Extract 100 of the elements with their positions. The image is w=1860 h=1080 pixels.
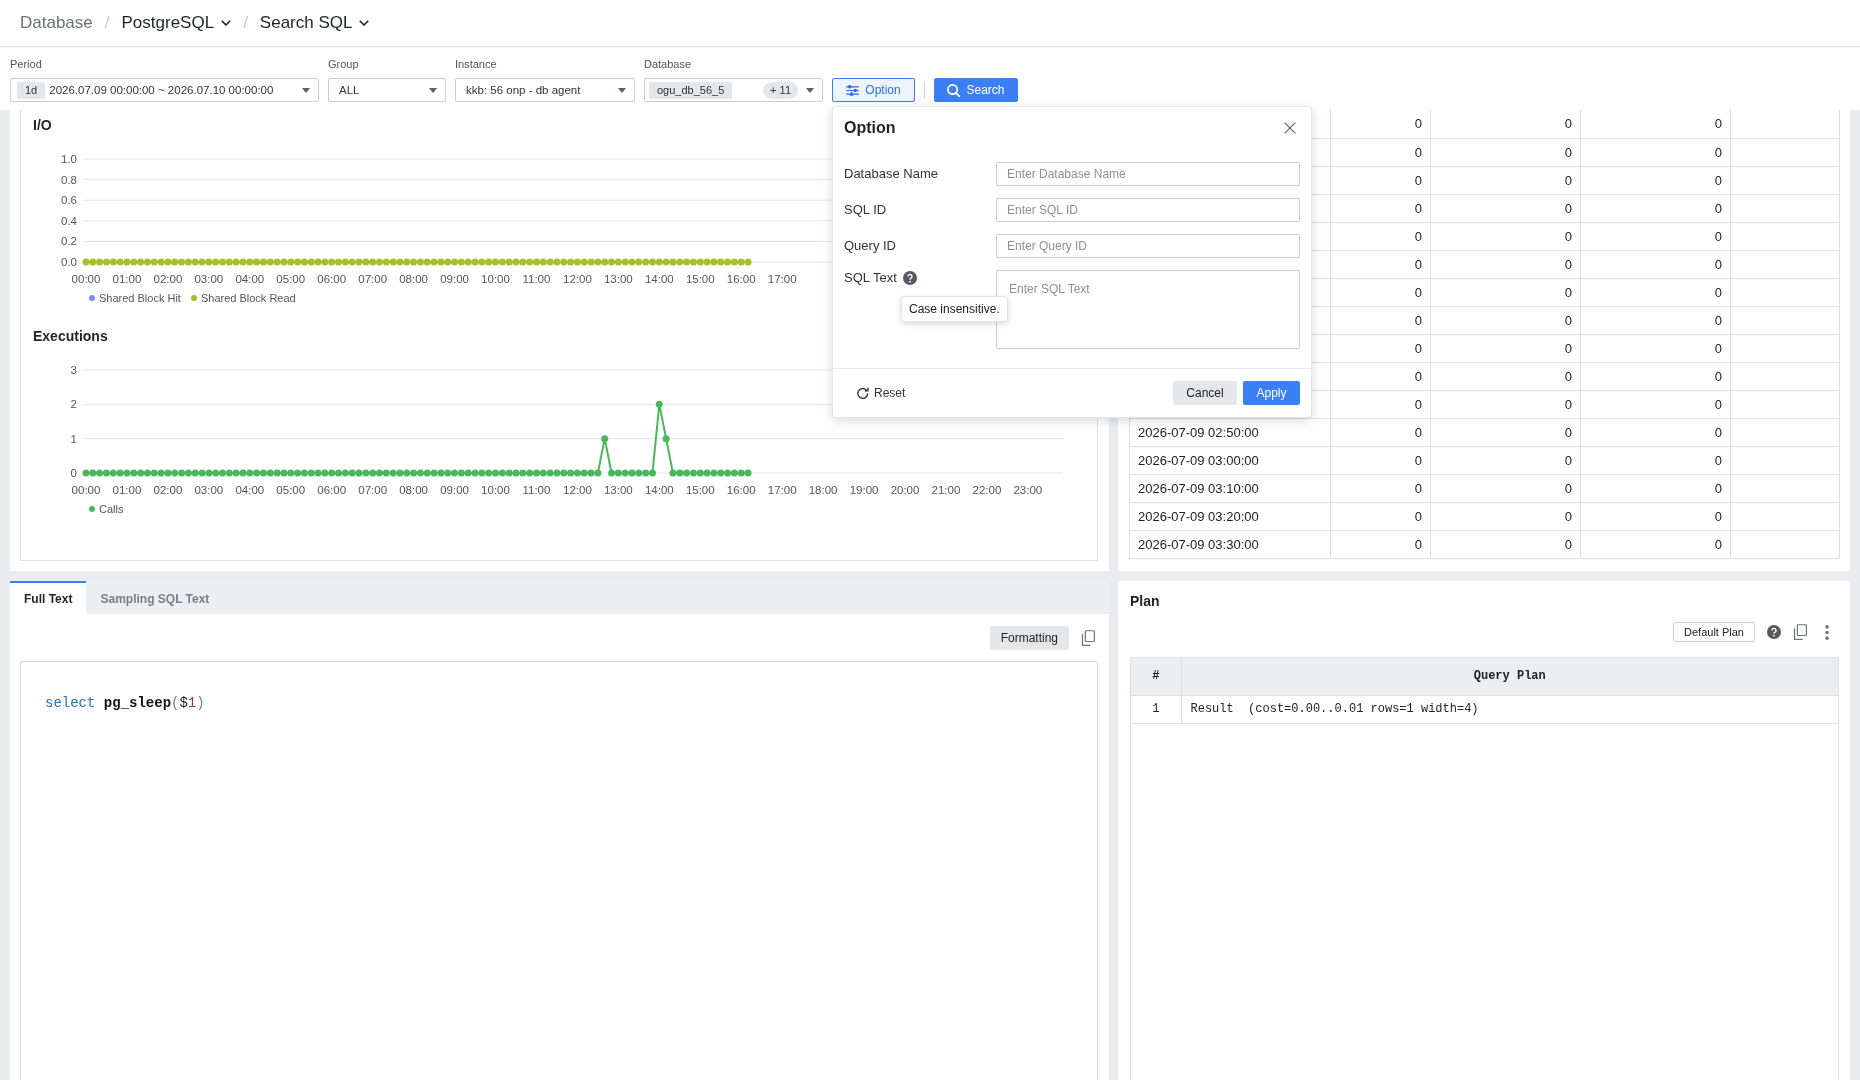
apply-button[interactable]: Apply <box>1243 381 1300 405</box>
data-point <box>662 435 670 443</box>
table-cell: Result (cost=0.00..0.01 rows=1 width=4) <box>1181 695 1838 723</box>
table-cell: 0 <box>1330 166 1431 194</box>
caret-down-icon <box>302 87 310 93</box>
table-cell: 0 <box>1330 474 1431 502</box>
dropdown-select[interactable]: kkb: 56 onp - db agent <box>455 78 635 102</box>
cancel-button[interactable]: Cancel <box>1173 381 1237 405</box>
tab[interactable]: Sampling SQL Text <box>86 581 224 614</box>
axis-tick-label: 09:00 <box>440 484 469 496</box>
table-cell: 0 <box>1580 502 1731 530</box>
close-icon[interactable] <box>1284 122 1296 134</box>
chart-title: Executions <box>32 328 108 344</box>
axis-tick-label: 10:00 <box>481 484 510 496</box>
axis-tick-label: 0.4 <box>61 214 77 227</box>
input-field[interactable]: Enter SQL ID <box>996 198 1300 222</box>
table-cell: 0 <box>1330 138 1431 166</box>
breadcrumb-menu[interactable]: Search SQL <box>259 13 370 33</box>
axis-tick-label: 20:00 <box>890 484 920 496</box>
axis-tick-label: 10:00 <box>481 273 510 285</box>
table-cell: 2026-07-09 03:10:00 <box>1129 474 1331 502</box>
code-line: select pg_sleep($1) <box>45 694 205 712</box>
axis-tick-label: 05:00 <box>276 273 306 285</box>
field-label: Group <box>328 57 360 71</box>
axis-tick-label: 12:00 <box>563 484 592 496</box>
table-cell: 0 <box>1330 278 1431 306</box>
copy-icon[interactable] <box>1081 629 1095 646</box>
axis-tick-label: 15:00 <box>685 484 715 496</box>
field-label: Query ID <box>844 238 896 254</box>
axis-tick-label: 02:00 <box>153 484 183 496</box>
table-cell: 0 <box>1330 250 1431 278</box>
table-cell: 0 <box>1580 166 1731 194</box>
axis-tick-label: 01:00 <box>112 273 142 285</box>
table-cell: 0 <box>1430 222 1581 250</box>
table-cell: 0 <box>1430 418 1581 446</box>
table-cell: 0 <box>1330 446 1431 474</box>
formatting-button[interactable]: Formatting <box>989 625 1069 650</box>
default-plan-button[interactable]: Default Plan <box>1673 622 1755 642</box>
axis-tick-label: 12:00 <box>563 273 592 285</box>
dropdown-select[interactable]: ogu_db_56_5 + 11 <box>644 78 823 102</box>
tooltip: Case insensitive. <box>901 296 1008 322</box>
table-cell: 0 <box>1580 194 1731 222</box>
table-cell: 0 <box>1430 250 1581 278</box>
selected-chip: ogu_db_56_5 <box>649 81 733 99</box>
dropdown-select[interactable]: 1d 2026.07.09 00:00:00 ~ 2026.07.10 00:00:00 <box>10 78 319 102</box>
breadcrumb-menu[interactable]: PostgreSQL <box>121 13 232 33</box>
axis-tick-label: 2 <box>70 398 77 411</box>
axis-tick-label: 1.0 <box>61 153 77 165</box>
table-cell: 0 <box>1430 278 1581 306</box>
axis-tick-label: 0.6 <box>61 194 77 207</box>
help-icon[interactable] <box>1767 625 1781 639</box>
table-cell: 0 <box>1330 530 1431 558</box>
axis-tick-label: 03:00 <box>194 484 224 496</box>
breadcrumb-separator: / <box>104 13 110 33</box>
help-icon[interactable] <box>902 271 917 285</box>
axis-tick-label: 02:00 <box>153 273 183 285</box>
dropdown-select[interactable]: ALL <box>328 78 446 102</box>
data-point <box>655 400 663 408</box>
option-button[interactable]: Option <box>832 78 915 102</box>
breadcrumb-separator: / <box>243 13 248 33</box>
table-cell: 0 <box>1430 110 1581 138</box>
axis-tick-label: 14:00 <box>644 273 674 285</box>
search-button[interactable]: Search <box>934 78 1018 102</box>
field-label: Period <box>10 57 43 71</box>
copy-icon[interactable] <box>1793 624 1807 640</box>
field-label: Database <box>644 57 693 71</box>
field-label: Instance <box>455 57 498 71</box>
chevron-down-icon <box>359 20 370 26</box>
axis-tick-label: 05:00 <box>276 484 306 496</box>
tab[interactable]: Full Text <box>10 581 87 614</box>
table-cell: 0 <box>1580 278 1731 306</box>
column-header: # <box>1131 658 1181 695</box>
table-cell: 0 <box>1330 390 1431 418</box>
table-cell: 0 <box>1580 390 1731 418</box>
breadcrumb-link[interactable]: Database <box>20 13 93 33</box>
input-field[interactable]: Enter Database Name <box>996 162 1300 186</box>
caret-down-icon <box>806 87 814 93</box>
table-cell: 2026-07-09 03:30:00 <box>1129 530 1331 558</box>
table-cell: 0 <box>1430 306 1581 334</box>
reset-button[interactable]: Reset <box>845 381 918 405</box>
sliders-icon <box>846 84 860 96</box>
input-field[interactable]: Enter Query ID <box>996 234 1300 258</box>
legend-label: Shared Block Hit <box>99 292 181 304</box>
axis-tick-label: 07:00 <box>358 273 388 285</box>
table-cell: 0 <box>1430 166 1581 194</box>
axis-tick-label: 11:00 <box>522 273 551 285</box>
axis-tick-label: 3 <box>70 364 77 376</box>
table-cell: 0 <box>1430 390 1581 418</box>
table-cell: 0 <box>1330 502 1431 530</box>
table-cell: 0 <box>1580 306 1731 334</box>
table-cell: 0 <box>1330 306 1431 334</box>
axis-tick-label: 11:00 <box>522 484 551 496</box>
table-cell: 0 <box>1430 362 1581 390</box>
field-label: SQL ID <box>844 202 887 218</box>
vertical-dots-icon[interactable] <box>1825 624 1829 640</box>
axis-tick-label: 0 <box>70 467 77 479</box>
panel-title: Plan <box>1130 592 1160 609</box>
table-cell: 0 <box>1430 138 1581 166</box>
axis-tick-label: 06:00 <box>317 484 347 496</box>
axis-tick-label: 17:00 <box>767 484 797 496</box>
